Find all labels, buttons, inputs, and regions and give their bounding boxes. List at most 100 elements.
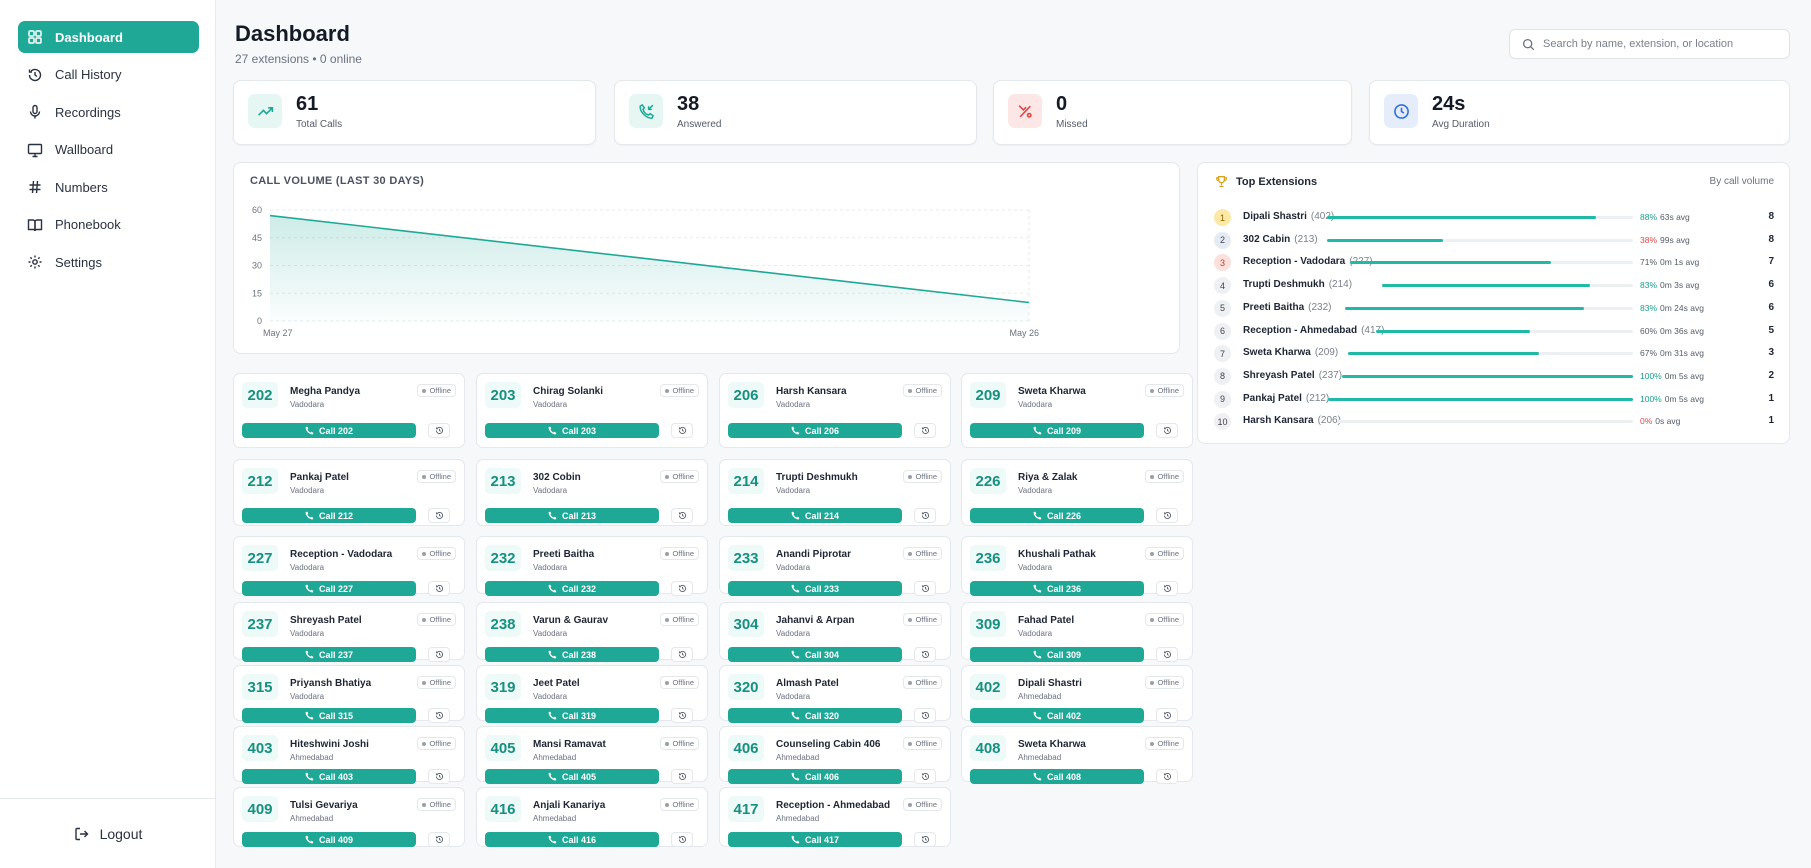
call-history-button[interactable] xyxy=(914,508,936,523)
call-button[interactable]: Call 315 xyxy=(242,708,416,723)
extension-name: Pankaj Patel xyxy=(290,472,349,483)
extension-number: 320 xyxy=(728,674,764,700)
phone-icon xyxy=(791,711,800,720)
call-button[interactable]: Call 304 xyxy=(728,647,902,662)
history-icon xyxy=(678,584,686,592)
logout-button[interactable]: Logout xyxy=(74,826,142,842)
top-extension-row[interactable]: 6 Reception - Ahmedabad (417) 60% 0m 36s avg… xyxy=(1214,321,1774,341)
call-history-button[interactable] xyxy=(914,647,936,662)
sidebar-item-call-history[interactable]: Call History xyxy=(18,59,199,91)
call-history-button[interactable] xyxy=(1156,769,1178,784)
sidebar-item-recordings[interactable]: Recordings xyxy=(18,96,199,128)
call-history-button[interactable] xyxy=(428,647,450,662)
status-dot xyxy=(665,617,670,622)
call-button[interactable]: Call 206 xyxy=(728,423,902,438)
call-history-button[interactable] xyxy=(914,581,936,596)
rank-name-text: Reception - Ahmedabad xyxy=(1243,324,1358,336)
extension-number: 406 xyxy=(728,735,764,761)
call-button[interactable]: Call 238 xyxy=(485,647,659,662)
top-extension-row[interactable]: 2 302 Cabin (213) 38% 99s avg 8 xyxy=(1214,230,1774,250)
rank-pct-text: 38% xyxy=(1640,234,1658,245)
call-history-button[interactable] xyxy=(428,769,450,784)
top-extensions-subtitle: By call volume xyxy=(1709,176,1774,187)
extension-card: 406 Counseling Cabin 406 Ahmedabad Offline C… xyxy=(719,726,951,784)
top-extension-row[interactable]: 10 Harsh Kansara (206) 0% 0s avg 1 xyxy=(1214,411,1774,431)
search-input[interactable] xyxy=(1543,38,1783,50)
sidebar-item-label: Settings xyxy=(55,254,102,270)
call-history-button[interactable] xyxy=(671,508,693,523)
call-history-button[interactable] xyxy=(671,832,693,847)
call-button[interactable]: Call 203 xyxy=(485,423,659,438)
call-history-button[interactable] xyxy=(1156,647,1178,662)
call-history-button[interactable] xyxy=(1156,423,1178,438)
stat-label: Answered xyxy=(677,119,722,130)
sidebar-item-phonebook[interactable]: Phonebook xyxy=(18,209,199,241)
sidebar-item-settings[interactable]: Settings xyxy=(18,246,199,278)
call-button[interactable]: Call 233 xyxy=(728,581,902,596)
call-button-label: Call 209 xyxy=(1046,425,1082,436)
call-history-button[interactable] xyxy=(671,647,693,662)
top-extension-row[interactable]: 5 Preeti Baitha (232) 83% 0m 24s avg 6 xyxy=(1214,298,1774,318)
call-button[interactable]: Call 237 xyxy=(242,647,416,662)
phone-icon xyxy=(305,835,314,844)
call-button[interactable]: Call 202 xyxy=(242,423,416,438)
call-button[interactable]: Call 405 xyxy=(485,769,659,784)
search-box[interactable] xyxy=(1509,29,1790,59)
call-button[interactable]: Call 227 xyxy=(242,581,416,596)
history-icon xyxy=(1163,711,1171,719)
extension-number: 209 xyxy=(970,382,1006,408)
call-history-button[interactable] xyxy=(428,423,450,438)
call-history-button[interactable] xyxy=(914,423,936,438)
phone-icon xyxy=(791,511,800,520)
call-button[interactable]: Call 212 xyxy=(242,508,416,523)
call-button[interactable]: Call 406 xyxy=(728,769,902,784)
call-history-button[interactable] xyxy=(671,708,693,723)
call-history-button[interactable] xyxy=(671,769,693,784)
top-extension-row[interactable]: 1 Dipali Shastri (402) 88% 63s avg 8 xyxy=(1214,207,1774,227)
extension-name: Priyansh Bhatiya xyxy=(290,678,372,689)
call-button[interactable]: Call 236 xyxy=(970,581,1144,596)
call-button[interactable]: Call 320 xyxy=(728,708,902,723)
sidebar-item-numbers[interactable]: Numbers xyxy=(18,171,199,203)
status-dot xyxy=(908,802,913,807)
top-extension-row[interactable]: 4 Trupti Deshmukh (214) 83% 0m 3s avg 6 xyxy=(1214,275,1774,295)
top-extension-row[interactable]: 9 Pankaj Patel (212) 100% 0m 5s avg 1 xyxy=(1214,389,1774,409)
call-history-button[interactable] xyxy=(1156,508,1178,523)
call-button[interactable]: Call 226 xyxy=(970,508,1144,523)
call-history-button[interactable] xyxy=(914,708,936,723)
top-extension-row[interactable]: 8 Shreyash Patel (237) 100% 0m 5s avg 2 xyxy=(1214,366,1774,386)
top-extension-row[interactable]: 7 Sweta Kharwa (209) 67% 0m 31s avg 3 xyxy=(1214,343,1774,363)
call-history-button[interactable] xyxy=(428,581,450,596)
call-history-button[interactable] xyxy=(914,769,936,784)
call-button[interactable]: Call 402 xyxy=(970,708,1144,723)
call-button[interactable]: Call 319 xyxy=(485,708,659,723)
call-button[interactable]: Call 232 xyxy=(485,581,659,596)
call-history-button[interactable] xyxy=(428,708,450,723)
call-button[interactable]: Call 409 xyxy=(242,832,416,847)
sidebar-item-wallboard[interactable]: Wallboard xyxy=(18,134,199,166)
status-badge: Offline xyxy=(660,384,699,397)
call-button[interactable]: Call 417 xyxy=(728,832,902,847)
top-extension-row[interactable]: 3Reception - Vadodara(227)71%0m 1s avg7 xyxy=(1214,252,1774,272)
rank-pct-text: 83% xyxy=(1640,302,1658,313)
rank-pct-text: 60% xyxy=(1640,325,1658,336)
call-button[interactable]: Call 214 xyxy=(728,508,902,523)
call-button[interactable]: Call 213 xyxy=(485,508,659,523)
extension-number: 409 xyxy=(242,796,278,822)
sidebar-item-dashboard[interactable]: Dashboard xyxy=(18,21,199,53)
call-button-label: Call 304 xyxy=(804,649,840,660)
call-history-button[interactable] xyxy=(1156,581,1178,596)
call-button[interactable]: Call 209 xyxy=(970,423,1144,438)
call-button[interactable]: Call 408 xyxy=(970,769,1144,784)
call-button[interactable]: Call 403 xyxy=(242,769,416,784)
call-history-button[interactable] xyxy=(671,423,693,438)
call-history-button[interactable] xyxy=(671,581,693,596)
call-button[interactable]: Call 309 xyxy=(970,647,1144,662)
call-button[interactable]: Call 416 xyxy=(485,832,659,847)
call-history-button[interactable] xyxy=(914,832,936,847)
call-history-button[interactable] xyxy=(428,832,450,847)
call-history-button[interactable] xyxy=(428,508,450,523)
extension-number: 232 xyxy=(485,545,521,571)
extension-location: Vadodara xyxy=(776,486,811,495)
call-history-button[interactable] xyxy=(1156,708,1178,723)
